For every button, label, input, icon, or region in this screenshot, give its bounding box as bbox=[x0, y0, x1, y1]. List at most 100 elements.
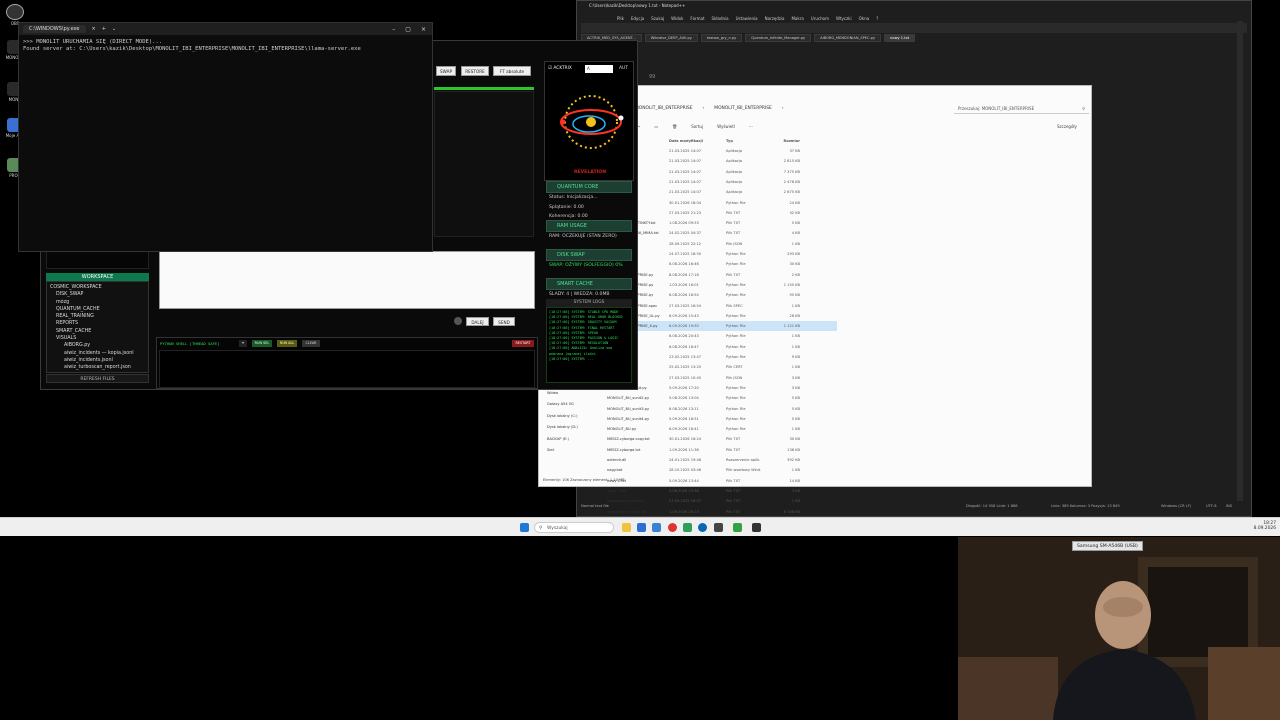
file-row[interactable]: MONOLIT_FIN.py23.02.2025 13:47Python Fil… bbox=[607, 352, 837, 362]
shell-editor[interactable] bbox=[159, 350, 535, 388]
file-row[interactable]: MONOLIT_ENTERPRISE_X.py6.09.2026 19:50Py… bbox=[607, 321, 837, 332]
file-row[interactable]: MONOLIT_ENTERPRISE.py8.08.2026 17:18Plik… bbox=[607, 270, 837, 280]
mic-icon[interactable] bbox=[454, 317, 462, 325]
acktrix-checkbox[interactable]: ☑ ACKTRIX bbox=[548, 66, 572, 71]
nav-item[interactable]: Wideo bbox=[547, 391, 558, 395]
store-icon[interactable] bbox=[637, 523, 646, 532]
file-row[interactable]: MONOLIT_BU_sunit2.py 5.08.2026 13:04 Pytho… bbox=[607, 393, 837, 403]
nav-item[interactable]: Sieć bbox=[547, 448, 554, 452]
file-row[interactable]: MONOLIT_ENTERPRISE.spec27.03.2025 16:54P… bbox=[607, 301, 837, 311]
file-row[interactable]: odpowiedz_mono2.txt 1.09.2026 16:23 Plik T… bbox=[607, 507, 837, 517]
menu-item[interactable]: Okna bbox=[859, 16, 869, 21]
file-row[interactable]: monolit.json28.09.2025 22:12Plik JSON1 K… bbox=[607, 239, 837, 249]
file-row[interactable]: odpowiedz_mono.txt 27.03.2025 16:47 Plik T… bbox=[607, 496, 837, 506]
breadcrumb-item[interactable]: MONOLIT_IBI_ENTERPRISE bbox=[635, 104, 693, 114]
tab[interactable]: testow_gry_n.py bbox=[700, 33, 743, 42]
restart-button[interactable]: RESTART bbox=[512, 340, 534, 347]
nav-item[interactable]: Dysk lokalny (C:) bbox=[547, 414, 577, 418]
workspace-tree[interactable]: COSMIC_WORKSPACE DISK_SWAP mózg QUANTUM_CAC… bbox=[46, 281, 149, 373]
refresh-files-button[interactable]: REFRESH FILES bbox=[46, 374, 149, 383]
delete-icon[interactable]: 🗑 bbox=[672, 122, 677, 132]
header-size[interactable]: Rozmiar bbox=[772, 136, 800, 146]
menu-item[interactable]: Szukaj bbox=[651, 16, 664, 21]
details-button[interactable]: Szczegóły bbox=[1057, 122, 1077, 132]
file-row[interactable]: MONOLIT_ENTERPRISE_UL.py6.09.2026 15:43P… bbox=[607, 311, 837, 321]
tree-item[interactable]: aiwiz_turboscan_report.json bbox=[50, 364, 145, 371]
shell-menu-button[interactable]: ▾ bbox=[239, 340, 247, 347]
menu-item[interactable]: Makra bbox=[791, 16, 803, 21]
minimize-icon[interactable]: – bbox=[392, 26, 395, 33]
file-row[interactable]: MON.py27.03.2025 21:23Plik TXT32 KB bbox=[607, 208, 837, 218]
file-row[interactable]: MONOLIT_BU.py 6.09.2026 18:41 Python File 1… bbox=[607, 424, 837, 434]
menu-item[interactable]: Narzędzia bbox=[765, 16, 785, 21]
header-type[interactable]: Typ bbox=[726, 136, 772, 146]
notepadpp-icon[interactable] bbox=[733, 523, 742, 532]
file-row[interactable]: MONOLIT_10.py6.08.2026 20:43Python File1… bbox=[607, 331, 837, 341]
file-row[interactable]: MIEDZ-cyborga.copy.txt 30.01.2026 16:24 Pl… bbox=[607, 434, 837, 444]
tab[interactable]: Wibrator_DEEP_AIXI.py bbox=[644, 33, 698, 42]
tab[interactable]: Quantum_Infinite_Manager.py bbox=[745, 33, 812, 42]
file-row[interactable]: MONOLIT_BU_sunit.py5.09.2026 17:20Python… bbox=[607, 383, 837, 393]
menu-item[interactable]: Format bbox=[690, 16, 704, 21]
tree-item[interactable]: COSMIC_WORKSPACE bbox=[50, 284, 145, 291]
edge-icon[interactable] bbox=[698, 523, 707, 532]
file-row[interactable]: llama-run.exe21.03.2025 14:07Aplikacja2 … bbox=[607, 177, 837, 187]
nav-item[interactable]: Dysk lokalny (D:) bbox=[547, 425, 578, 429]
file-row[interactable]: MONOLIT_BU_sunit4.py 5.09.2026 18:51 Pytho… bbox=[607, 414, 837, 424]
tree-item[interactable]: QUANTUM_CACHE bbox=[50, 306, 145, 313]
file-row[interactable]: main.py30.01.2026 18:04Python File24 KB bbox=[607, 198, 837, 208]
maximize-icon[interactable]: ▢ bbox=[405, 26, 411, 33]
nav-item[interactable]: BACKUP (E:) bbox=[547, 437, 569, 441]
cmd-tab[interactable]: C:\WINDOWS\py.exe bbox=[23, 25, 86, 33]
tree-item[interactable]: VISUALS bbox=[50, 335, 145, 342]
run-sel-button[interactable]: RUN SEL bbox=[252, 340, 272, 347]
acktrix-input[interactable]: A bbox=[585, 65, 613, 73]
file-row[interactable]: MONOLIT_99.py6.08.2026 18:47Python File1… bbox=[607, 342, 837, 352]
absolute-button[interactable]: FT absolute bbox=[493, 66, 531, 76]
file-row[interactable]: MONOLIT_BU.xpy27.03.2025 10:45Plik JSON3… bbox=[607, 373, 837, 383]
tree-item[interactable]: SMART_CACHE bbox=[50, 328, 145, 335]
tree-item[interactable]: REPORTS bbox=[50, 320, 145, 327]
notepad-scrollbar[interactable] bbox=[1237, 21, 1243, 501]
tree-item[interactable]: DISK_SWAP bbox=[50, 291, 145, 298]
tree-item[interactable]: AIBORG.py bbox=[50, 342, 145, 349]
menu-item[interactable]: Ustawienia bbox=[736, 16, 758, 21]
file-row[interactable]: llama.exe21.03.2025 14:07Aplikacja7 375 … bbox=[607, 167, 837, 177]
mail-icon[interactable] bbox=[652, 523, 661, 532]
chat-input[interactable] bbox=[159, 251, 535, 309]
copy-icon[interactable]: ▭ bbox=[654, 122, 658, 132]
file-row[interactable]: MONOLIT_BU_sunit3.py 6.08.2026 13:11 Pytho… bbox=[607, 404, 837, 414]
close-tab-icon[interactable]: × bbox=[92, 26, 96, 32]
menu-item[interactable]: Składnia bbox=[712, 16, 729, 21]
chevron-down-icon[interactable]: ⌄ bbox=[112, 26, 116, 32]
close-icon[interactable]: × bbox=[421, 26, 426, 33]
file-row[interactable]: llama-cli.exe21.03.2025 14:07Aplikacja37… bbox=[607, 146, 837, 156]
dalej-button[interactable]: DALEJ bbox=[466, 317, 489, 326]
cmd-titlebar[interactable]: C:\WINDOWS\py.exe × + ⌄ – ▢ × bbox=[19, 23, 432, 35]
clear-button[interactable]: CLEAR bbox=[302, 340, 320, 347]
menu-item[interactable]: Widok bbox=[671, 16, 683, 21]
search-input[interactable]: Przeszukaj: MONOLIT_IBI_ENTERPRISE ⚲ bbox=[954, 104, 1089, 114]
file-row[interactable]: llava-cli.exe21.03.2025 14:07Aplikacja2 … bbox=[607, 187, 837, 197]
restore-button[interactable]: RESTORE bbox=[461, 66, 489, 76]
app-icon[interactable] bbox=[683, 523, 692, 532]
tree-item[interactable]: aiwiz_incidents — kopia.jsonl bbox=[50, 350, 145, 357]
file-row[interactable]: MIEDZ-cyborga.txt 1.09.2026 11:36 Plik TXT… bbox=[607, 445, 837, 455]
cmd-taskbar-icon[interactable] bbox=[752, 523, 761, 532]
tab[interactable]: nowy 1.txt bbox=[884, 33, 916, 42]
more-icon[interactable]: ··· bbox=[749, 122, 753, 132]
menu-item[interactable]: Edycja bbox=[631, 16, 644, 21]
sort-button[interactable]: Sortuj bbox=[691, 122, 703, 132]
taskbar-search[interactable]: ⚲ Wyszukaj bbox=[534, 522, 614, 533]
file-row[interactable]: nagy.bat 28.10.2025 03:46 Plik wsadowy Win… bbox=[607, 465, 837, 475]
file-row[interactable]: MONOLIT_ENTERPRISE.py6.08.2026 16:54Pyth… bbox=[607, 290, 837, 300]
tree-item[interactable]: aiwiz_incidents.jsonl bbox=[50, 357, 145, 364]
file-row[interactable]: odrendr.dll 24.01.2025 19:46 Rozszerzenie … bbox=[607, 455, 837, 465]
nav-item[interactable]: Galaxy A54 5G bbox=[547, 402, 574, 406]
file-explorer-icon[interactable] bbox=[622, 523, 631, 532]
file-row[interactable]: llama-server.exe21.03.2025 14:07Aplikacj… bbox=[607, 156, 837, 166]
file-row[interactable]: MONOLIT_MAXYMA_MIMA.txt24.02.2025 04:37P… bbox=[607, 228, 837, 238]
run-all-button[interactable]: RUN ALL bbox=[277, 340, 297, 347]
start-icon[interactable] bbox=[520, 523, 529, 532]
file-row[interactable]: MONO.py24.07.2025 18:50Python File293 KB bbox=[607, 249, 837, 259]
